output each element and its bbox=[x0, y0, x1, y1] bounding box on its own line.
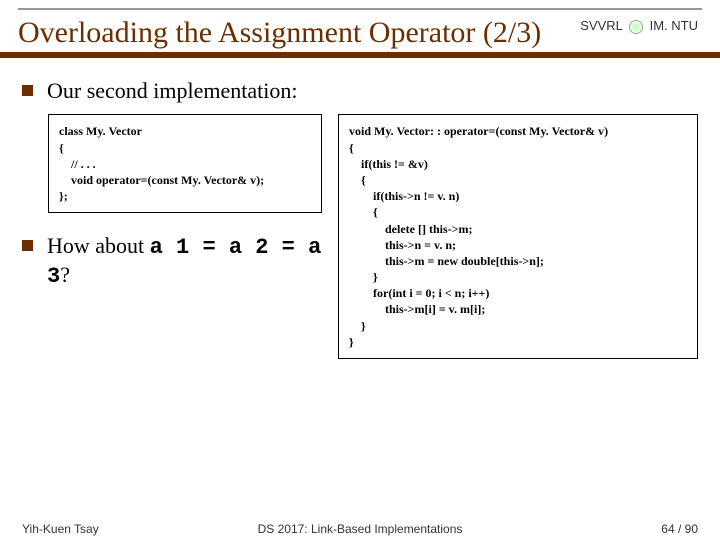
title-underline bbox=[0, 52, 720, 58]
code-box-class-decl: class My. Vector { // . . . void operato… bbox=[48, 114, 322, 213]
bullet-text-1: Our second implementation: bbox=[47, 78, 298, 104]
bullet2-prefix: How about bbox=[47, 233, 150, 258]
footer-author: Yih-Kuen Tsay bbox=[22, 522, 99, 536]
brand-left: SVVRL bbox=[580, 18, 622, 33]
slide-body: Our second implementation: class My. Vec… bbox=[0, 70, 720, 359]
header-rule bbox=[18, 8, 702, 10]
bullet-item-1: Our second implementation: bbox=[22, 78, 698, 104]
left-column: class My. Vector { // . . . void operato… bbox=[22, 114, 322, 359]
bullet-item-2: How about a 1 = a 2 = a 3? bbox=[22, 233, 322, 290]
brand-right: IM. NTU bbox=[650, 18, 698, 33]
two-column-area: class My. Vector { // . . . void operato… bbox=[22, 114, 698, 359]
slide-footer: Yih-Kuen Tsay DS 2017: Link-Based Implem… bbox=[0, 522, 720, 536]
bullet-text-2: How about a 1 = a 2 = a 3? bbox=[47, 233, 322, 290]
footer-page: 64 / 90 bbox=[661, 522, 698, 536]
right-column: void My. Vector: : operator=(const My. V… bbox=[338, 114, 698, 359]
footer-course: DS 2017: Link-Based Implementations bbox=[258, 522, 463, 536]
square-bullet-icon bbox=[22, 85, 33, 96]
brand-logo-icon bbox=[629, 20, 643, 34]
bullet2-suffix: ? bbox=[60, 262, 70, 287]
slide: SVVRL IM. NTU Overloading the Assignment… bbox=[0, 8, 720, 548]
square-bullet-icon bbox=[22, 240, 33, 251]
code-box-impl: void My. Vector: : operator=(const My. V… bbox=[338, 114, 698, 359]
brand-area: SVVRL IM. NTU bbox=[580, 18, 698, 34]
